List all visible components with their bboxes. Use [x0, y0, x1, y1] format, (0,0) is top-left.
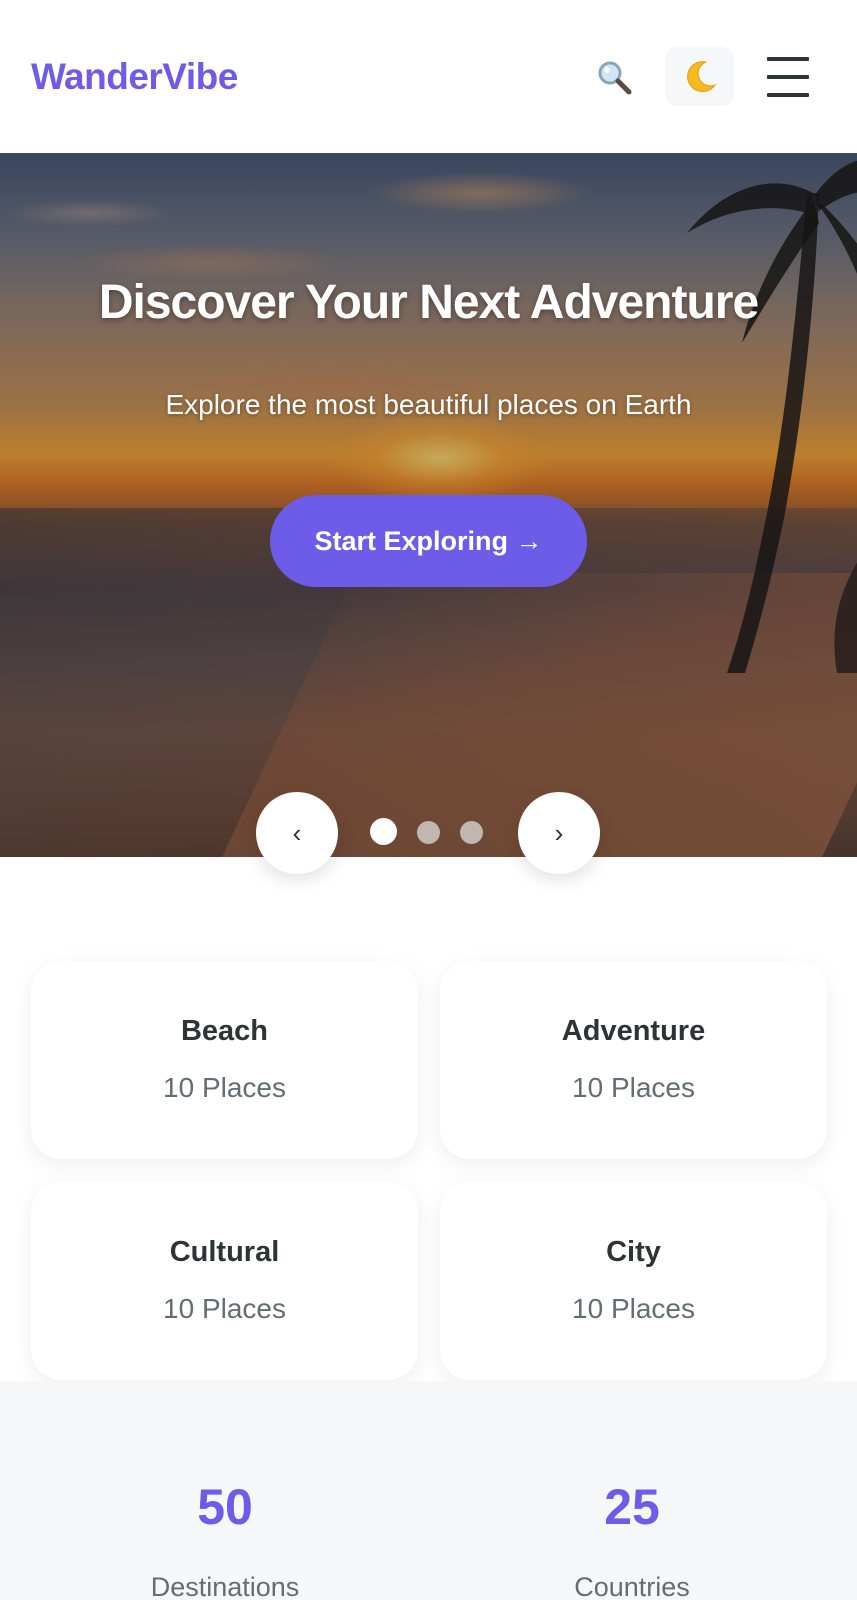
hero-slider: Discover Your Next Adventure Explore the…	[0, 153, 857, 857]
category-card-beach[interactable]: Beach 10 Places	[31, 961, 418, 1159]
carousel-dot-3[interactable]	[460, 821, 483, 844]
moon-icon	[686, 60, 716, 92]
category-card-cultural[interactable]: Cultural 10 Places	[31, 1182, 418, 1380]
category-card-adventure[interactable]: Adventure 10 Places	[440, 961, 827, 1159]
theme-toggle-button[interactable]	[665, 47, 734, 106]
category-count: 10 Places	[572, 1072, 695, 1103]
brand-logo[interactable]: WanderVibe	[31, 56, 238, 98]
hamburger-menu-button[interactable]	[767, 56, 809, 98]
stat-label: Destinations	[150, 1572, 300, 1602]
category-card-city[interactable]: City 10 Places	[440, 1182, 827, 1380]
carousel-next-button[interactable]: ›	[518, 792, 600, 874]
category-name: Cultural	[169, 1236, 280, 1268]
stat-value: 25	[604, 1479, 660, 1535]
carousel-prev-button[interactable]: ‹	[256, 792, 338, 874]
category-name: City	[606, 1236, 661, 1268]
carousel-dot-1[interactable]	[370, 818, 397, 845]
search-icon	[598, 61, 632, 94]
stat-destinations: 50 Destinations	[75, 1482, 375, 1603]
hero-title: Discover Your Next Adventure	[98, 276, 759, 329]
top-navbar: WanderVibe	[0, 0, 857, 153]
carousel-dot-2[interactable]	[417, 821, 440, 844]
carousel-dots	[370, 818, 503, 845]
category-name: Beach	[180, 1015, 269, 1047]
stats-section: 50 Destinations 25 Countries	[0, 1381, 857, 1603]
category-count: 10 Places	[163, 1072, 286, 1103]
stat-value: 50	[197, 1479, 253, 1535]
start-exploring-button[interactable]: Start Exploring →	[270, 495, 587, 587]
menu-line	[767, 74, 809, 79]
menu-line	[767, 56, 809, 61]
category-count: 10 Places	[572, 1293, 695, 1324]
category-name: Adventure	[561, 1015, 706, 1047]
search-button[interactable]	[591, 54, 637, 100]
category-count: 10 Places	[163, 1293, 286, 1324]
stat-label: Countries	[574, 1572, 690, 1602]
menu-line	[767, 92, 809, 97]
header-actions	[591, 47, 809, 106]
hero-subtitle: Explore the most beautiful places on Ear…	[165, 389, 692, 420]
stat-countries: 25 Countries	[482, 1482, 782, 1603]
